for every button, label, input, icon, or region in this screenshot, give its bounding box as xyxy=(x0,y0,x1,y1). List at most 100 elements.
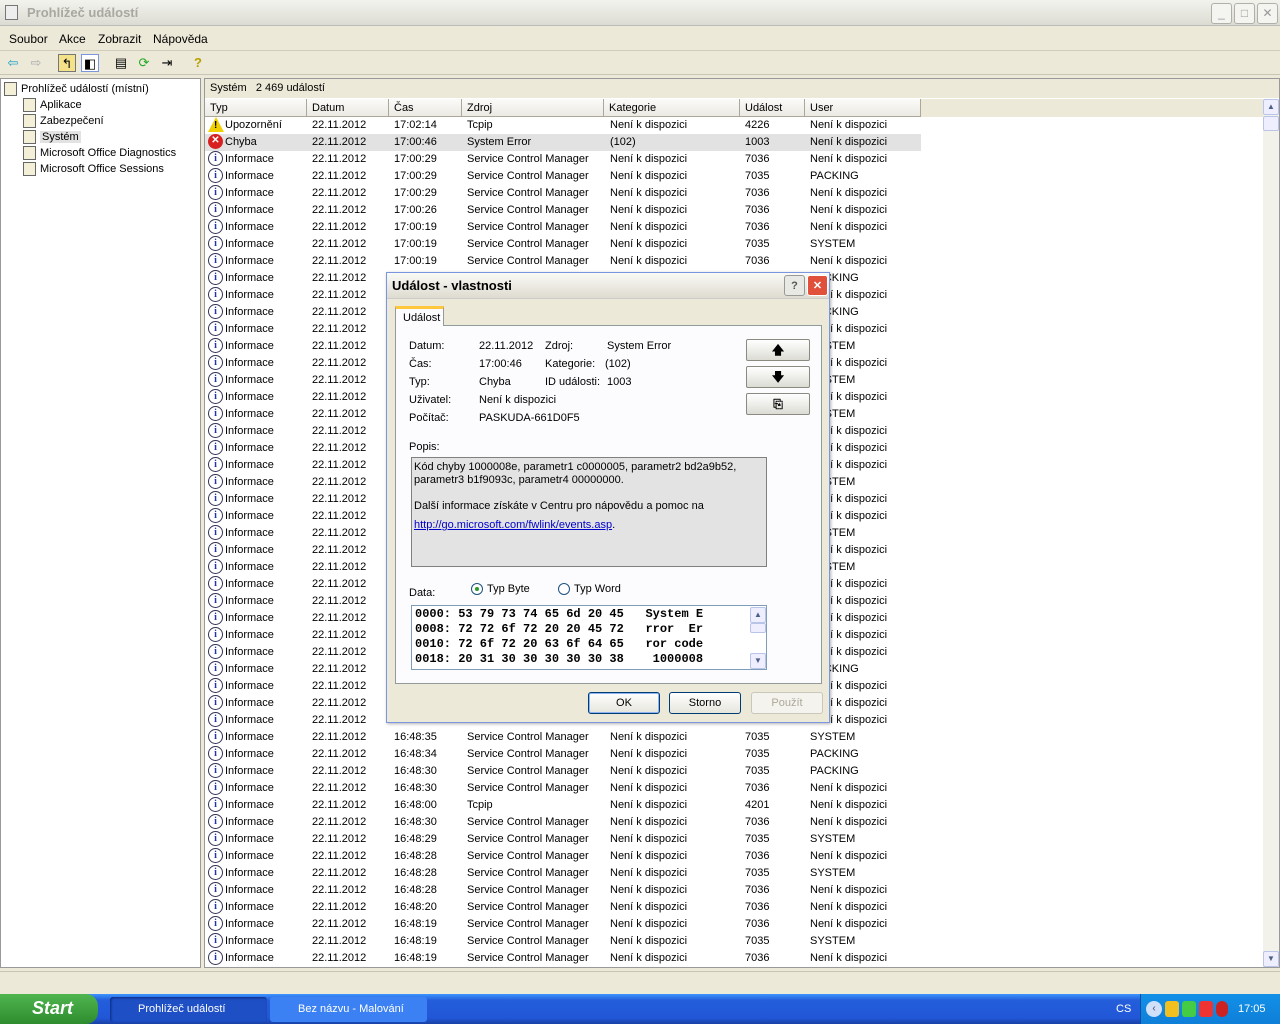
refresh-icon[interactable]: ⟳ xyxy=(135,54,153,72)
table-row[interactable]: i Informace 22.11.2012 16:48:30 Service Cont… xyxy=(205,763,921,780)
tab-udalost[interactable]: Událost xyxy=(395,306,444,326)
vertical-scrollbar[interactable]: ▲ ▼ xyxy=(1263,99,1279,967)
column-datum[interactable]: Datum xyxy=(307,99,389,117)
back-icon[interactable]: ⇦ xyxy=(4,54,22,72)
table-row[interactable]: i Informace 22.11.2012 17:00:19 Service Cont… xyxy=(205,253,921,270)
language-indicator[interactable]: CS xyxy=(1116,1003,1131,1015)
antivirus-icon[interactable] xyxy=(1182,1001,1196,1017)
description-box[interactable]: Kód chyby 1000008e, parametr1 c0000005, … xyxy=(411,457,767,567)
information-icon: i xyxy=(208,644,223,659)
cell-date: 22.11.2012 xyxy=(312,187,367,199)
tray-red-icon[interactable] xyxy=(1199,1001,1213,1017)
tree-item-zabezpeceni[interactable]: Zabezpečení xyxy=(23,114,104,128)
column-user[interactable]: User xyxy=(805,99,921,117)
table-row[interactable]: i Informace 22.11.2012 17:00:19 Service Cont… xyxy=(205,236,921,253)
table-row[interactable]: i Informace 22.11.2012 16:48:28 Service Cont… xyxy=(205,865,921,882)
help-button[interactable]: ? xyxy=(784,275,805,296)
column-kategorie[interactable]: Kategorie xyxy=(604,99,740,117)
events-link[interactable]: http://go.microsoft.com/fwlink/events.as… xyxy=(414,519,612,531)
close-button[interactable]: ✕ xyxy=(1257,3,1278,24)
menu-akce[interactable]: Akce xyxy=(59,32,86,46)
next-event-button[interactable]: 🡇 xyxy=(746,366,810,388)
cell-user: PACKING xyxy=(810,765,859,777)
cell-type: Informace xyxy=(225,459,274,471)
tree-item-office-diagnostics[interactable]: Microsoft Office Diagnostics xyxy=(23,146,176,160)
apply-button[interactable]: Použít xyxy=(751,692,823,714)
column-typ[interactable]: Typ xyxy=(205,99,307,117)
maximize-button[interactable]: □ xyxy=(1234,3,1255,24)
cell-date: 22.11.2012 xyxy=(312,493,367,505)
task-event-viewer[interactable]: Prohlížeč událostí xyxy=(110,997,267,1022)
table-row[interactable]: i Informace 22.11.2012 17:00:29 Service Cont… xyxy=(205,168,921,185)
radio-word[interactable]: Typ Word xyxy=(558,583,621,596)
user-label: Uživatel: xyxy=(409,394,452,406)
properties-icon[interactable]: ▤ xyxy=(112,54,130,72)
hex-scroll-down[interactable]: ▼ xyxy=(750,653,766,669)
hex-line: 0000: 53 79 73 74 65 6d 20 45 System E xyxy=(415,607,704,621)
menu-napoveda[interactable]: Nápověda xyxy=(153,32,208,46)
table-row[interactable]: ✕ Chyba 22.11.2012 17:00:46 System Error (102… xyxy=(205,134,921,151)
table-row[interactable]: i Informace 22.11.2012 17:00:19 Service Cont… xyxy=(205,219,921,236)
cell-source: Service Control Manager xyxy=(467,816,589,828)
table-row[interactable]: i Informace 22.11.2012 16:48:30 Service Cont… xyxy=(205,814,921,831)
hex-scroll-thumb[interactable] xyxy=(750,623,766,633)
cell-type: Informace xyxy=(225,935,274,947)
scroll-thumb[interactable] xyxy=(1263,116,1279,131)
event-properties-dialog: Událost - vlastnosti ? ✕ Událost Datum: … xyxy=(386,272,830,723)
security-shield-icon[interactable] xyxy=(1165,1001,1179,1017)
radio-byte[interactable]: Typ Byte xyxy=(471,583,530,596)
table-row[interactable]: i Informace 22.11.2012 16:48:34 Service Cont… xyxy=(205,746,921,763)
cell-type: Chyba xyxy=(225,136,257,148)
dialog-close-button[interactable]: ✕ xyxy=(807,275,828,296)
help-icon[interactable]: ? xyxy=(189,54,207,72)
tree-item-office-sessions[interactable]: Microsoft Office Sessions xyxy=(23,162,164,176)
table-row[interactable]: i Informace 22.11.2012 16:48:30 Service Cont… xyxy=(205,780,921,797)
show-hide-tree-icon[interactable]: ◧ xyxy=(81,54,99,72)
information-icon: i xyxy=(208,848,223,863)
copy-button[interactable]: ⎘ xyxy=(746,393,810,415)
table-row[interactable]: i Informace 22.11.2012 16:48:00 Tcpip Není k … xyxy=(205,797,921,814)
cell-type: Informace xyxy=(225,612,274,624)
table-row[interactable]: i Informace 22.11.2012 16:48:28 Service Cont… xyxy=(205,848,921,865)
table-row[interactable]: i Informace 22.11.2012 16:48:20 Service Cont… xyxy=(205,899,921,916)
table-row[interactable]: i Informace 22.11.2012 17:00:29 Service Cont… xyxy=(205,185,921,202)
task-paint[interactable]: Bez názvu - Malování xyxy=(270,997,427,1022)
up-folder-icon[interactable]: ↰ xyxy=(58,54,76,72)
column-cas[interactable]: Čas xyxy=(389,99,462,117)
table-row[interactable]: i Informace 22.11.2012 16:48:19 Service Cont… xyxy=(205,933,921,950)
export-list-icon[interactable]: ⇥ xyxy=(158,54,176,72)
table-row[interactable]: i Informace 22.11.2012 17:00:26 Service Cont… xyxy=(205,202,921,219)
tree-root[interactable]: Prohlížeč událostí (místní) xyxy=(4,82,149,96)
cell-type: Informace xyxy=(225,782,274,794)
table-row[interactable]: i Informace 22.11.2012 16:48:28 Service Cont… xyxy=(205,882,921,899)
information-icon: i xyxy=(208,678,223,693)
minimize-button[interactable]: _ xyxy=(1211,3,1232,24)
hex-data-box[interactable]: 0000: 53 79 73 74 65 6d 20 45 System E 00… xyxy=(411,605,767,670)
table-row[interactable]: Upozornění 22.11.2012 17:02:14 Tcpip Není k … xyxy=(205,117,921,134)
column-zdroj[interactable]: Zdroj xyxy=(462,99,604,117)
cell-time: 16:48:34 xyxy=(394,748,437,760)
menu-zobrazit[interactable]: Zobrazit xyxy=(98,32,141,46)
table-row[interactable]: i Informace 22.11.2012 17:00:29 Service Cont… xyxy=(205,151,921,168)
scroll-down-button[interactable]: ▼ xyxy=(1263,951,1279,967)
ok-button[interactable]: OK xyxy=(588,692,660,714)
hex-scroll-up[interactable]: ▲ xyxy=(750,607,766,623)
table-row[interactable]: i Informace 22.11.2012 16:48:29 Service Cont… xyxy=(205,831,921,848)
scroll-up-button[interactable]: ▲ xyxy=(1263,99,1279,115)
table-row[interactable]: i Informace 22.11.2012 16:48:19 Service Cont… xyxy=(205,950,921,967)
start-button[interactable]: Start xyxy=(0,994,98,1024)
tree-item-aplikace[interactable]: Aplikace xyxy=(23,98,82,112)
previous-event-button[interactable]: 🡅 xyxy=(746,339,810,361)
tree-item-system[interactable]: Systém xyxy=(23,130,81,144)
cancel-button[interactable]: Storno xyxy=(669,692,741,714)
table-row[interactable]: i Informace 22.11.2012 16:48:19 Service Cont… xyxy=(205,916,921,933)
hex-line: 0018: 20 31 30 30 30 30 30 38 1000008 xyxy=(415,652,704,666)
tray-shield-icon[interactable] xyxy=(1216,1001,1228,1017)
forward-icon[interactable]: ⇨ xyxy=(27,54,45,72)
show-hidden-icons-icon[interactable]: ‹ xyxy=(1146,1001,1162,1017)
menu-soubor[interactable]: Soubor xyxy=(9,32,48,46)
column-udalost[interactable]: Událost xyxy=(740,99,805,117)
cell-date: 22.11.2012 xyxy=(312,578,367,590)
dialog-title: Událost - vlastnosti xyxy=(392,278,512,293)
cell-type: Informace xyxy=(225,408,274,420)
